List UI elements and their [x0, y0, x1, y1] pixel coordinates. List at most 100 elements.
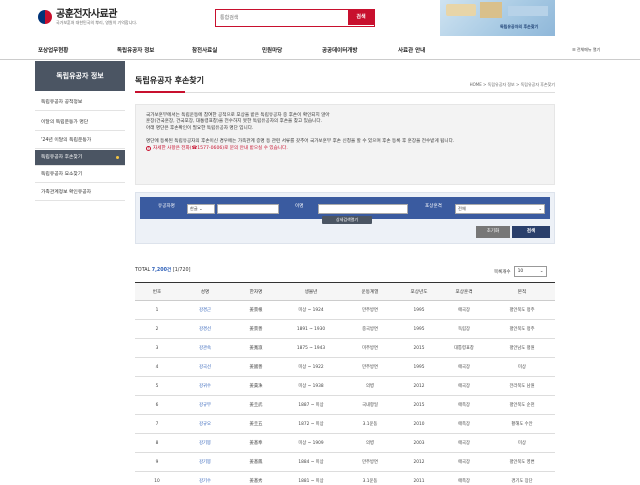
- taegeuk-logo-icon: [38, 10, 52, 24]
- person-name-link[interactable]: 강관숙: [179, 338, 231, 358]
- table-cell: 만주방면: [341, 452, 399, 472]
- column-header: 포상년도: [399, 282, 439, 301]
- table-cell: 8: [135, 433, 179, 453]
- table-cell: 2015: [399, 338, 439, 358]
- table-cell: 姜基秀: [231, 471, 281, 485]
- total-count: TOTAL 7,200건 [1/720]: [135, 268, 191, 273]
- table-cell: 애족장: [439, 395, 489, 415]
- sidebar-item[interactable]: 이달의 독립운동가 명단: [35, 115, 125, 131]
- table-cell: 애국장: [439, 376, 489, 396]
- table-cell: 1887 ~ 미상: [281, 395, 341, 415]
- table-cell: 애국장: [439, 357, 489, 377]
- per-page-select[interactable]: 10 ⌄: [513, 266, 547, 277]
- table-cell: 姜國善: [231, 357, 281, 377]
- sidebar-item[interactable]: 독립유공자 묘소찾기: [35, 167, 125, 183]
- sidebar-title: 독립유공자 정보: [35, 61, 125, 91]
- table-cell: 평안북도 정주: [489, 319, 555, 339]
- nav-item[interactable]: 참전사료실: [192, 46, 217, 54]
- banner-illustration: [508, 6, 548, 16]
- alias-input[interactable]: [318, 204, 408, 214]
- table-cell: 姜景善: [231, 319, 281, 339]
- logo-title: 공훈전자사료관: [56, 9, 117, 20]
- table-cell: 애국장: [439, 300, 489, 320]
- table-cell: 1872 ~ 미상: [281, 414, 341, 434]
- table-cell: 2: [135, 319, 179, 339]
- table-row: 10 강기수 姜基秀 1881 ~ 미상 3.1운동 2011 애족장 경기도 장단: [135, 471, 555, 485]
- table-cell: 姜景根: [231, 300, 281, 320]
- table-cell: 미상 ~ 1922: [281, 357, 341, 377]
- sidebar-item[interactable]: '24년 이달의 독립운동가: [35, 133, 125, 149]
- table-row: 2 강경선 姜景善 1891 ~ 1930 중국방면 1995 독립장 평안북도 정주: [135, 319, 555, 339]
- banner-illustration: [446, 4, 476, 16]
- main-nav: 포상업무현황 독립유공자 정보 참전사료실 민원마당 공공데이터개방 사료관 안…: [0, 40, 640, 60]
- sidebar-item-active[interactable]: 독립유공자 후손찾기: [35, 150, 125, 166]
- label-name: 유공자명: [158, 204, 175, 209]
- sidebar-item[interactable]: 가족관계정보 확인유공자: [35, 185, 125, 201]
- table-cell: 5: [135, 376, 179, 396]
- table-cell: 황해도 수안: [489, 414, 555, 434]
- table-row: 8 강기봉 姜基奉 미상 ~ 1909 의병 2003 애국장 미상: [135, 433, 555, 453]
- detail-search-toggle[interactable]: 상세검색열기: [322, 216, 372, 224]
- results-table: 번호 성명 한자명 생몰년 운동계열 포상년도 포상훈격 본적 1 강경근 姜景根 미상 ~ 192…: [135, 282, 555, 485]
- table-cell: 만주방면: [341, 357, 399, 377]
- reset-button[interactable]: 초기화: [476, 226, 510, 238]
- nav-item[interactable]: 독립유공자 정보: [117, 46, 154, 54]
- search-input[interactable]: [220, 13, 340, 23]
- table-cell: 2012: [399, 452, 439, 472]
- sitemap-button[interactable]: ☰ 전체메뉴 열기: [572, 47, 600, 53]
- title-divider: [185, 92, 555, 93]
- label-alias: 이명: [295, 204, 304, 209]
- warning-text: ! 자세한 사항은 전화(☎1577-0606)로 문의 안내 받으실 수 있습니…: [146, 145, 288, 152]
- table-cell: 대통령표창: [439, 338, 489, 358]
- chevron-down-icon: ⌄: [199, 206, 203, 211]
- page-title: 독립유공자 후손찾기: [135, 76, 205, 85]
- person-name-link[interactable]: 강기봉: [179, 433, 231, 453]
- table-cell: 국내항일: [341, 395, 399, 415]
- per-page: 목록개수 10 ⌄: [494, 266, 547, 277]
- info-circle-icon: !: [146, 146, 151, 152]
- column-header: 운동계열: [341, 282, 399, 301]
- table-cell: 애족장: [439, 414, 489, 434]
- table-cell: 만주방면: [341, 300, 399, 320]
- person-name-link[interactable]: 강국선: [179, 357, 231, 377]
- global-search: 검색: [215, 9, 375, 27]
- nav-item[interactable]: 민원마당: [262, 46, 282, 54]
- nav-item[interactable]: 사료관 안내: [398, 46, 425, 54]
- table-cell: 3.1운동: [341, 471, 399, 485]
- nav-item[interactable]: 포상업무현황: [38, 46, 68, 54]
- table-cell: 2003: [399, 433, 439, 453]
- person-name-link[interactable]: 강규무: [179, 395, 231, 415]
- table-cell: 독립장: [439, 319, 489, 339]
- table-row: 7 강규오 姜圭五 1872 ~ 미상 3.1운동 2010 애족장 황해도 수안: [135, 414, 555, 434]
- promo-banner[interactable]: 독립유공자의 후손찾기: [440, 0, 555, 36]
- title-underline: [135, 91, 185, 93]
- sidebar-item[interactable]: 독립유공자 공적정보: [35, 95, 125, 111]
- person-name-link[interactable]: 강경선: [179, 319, 231, 339]
- chevron-down-icon: ⌄: [538, 206, 542, 211]
- person-name-link[interactable]: 강기수: [179, 471, 231, 485]
- site-logo[interactable]: 공훈전자사료관 국가보훈처 대한민국의 뿌리, 영원히 기억합니다.: [38, 9, 137, 25]
- form-search-button[interactable]: 검색: [512, 226, 550, 238]
- person-name-link[interactable]: 강기봉: [179, 452, 231, 472]
- breadcrumb: HOME > 독립유공자 정보 > 독립유공자 후손찾기: [469, 82, 555, 87]
- column-header: 번호: [135, 282, 179, 301]
- person-name-link[interactable]: 강규오: [179, 414, 231, 434]
- banner-illustration: [480, 2, 502, 18]
- table-row: 5 강귀수 姜貴洙 미상 ~ 1938 의병 2012 애국장 전라북도 남원: [135, 376, 555, 396]
- table-cell: 애국장: [439, 433, 489, 453]
- nav-item[interactable]: 공공데이터개방: [322, 46, 357, 54]
- banner-text: 독립유공자의 후손찾기: [500, 24, 539, 29]
- person-name-link[interactable]: 강귀수: [179, 376, 231, 396]
- name-input[interactable]: [217, 204, 279, 214]
- table-cell: 1891 ~ 1930: [281, 319, 341, 339]
- table-cell: 의병: [341, 376, 399, 396]
- table-cell: 1884 ~ 미상: [281, 452, 341, 472]
- table-cell: 의병: [341, 433, 399, 453]
- search-form: 유공자명 한글 ⌄ 이명 포상훈격 전체 ⌄ 상세검색열기 초기화 검색: [135, 192, 555, 244]
- table-cell: 3: [135, 338, 179, 358]
- person-name-link[interactable]: 강경근: [179, 300, 231, 320]
- table-cell: 애족장: [439, 471, 489, 485]
- award-select[interactable]: 전체 ⌄: [455, 204, 545, 214]
- lang-select[interactable]: 한글 ⌄: [187, 204, 215, 214]
- search-button[interactable]: 검색: [348, 10, 374, 25]
